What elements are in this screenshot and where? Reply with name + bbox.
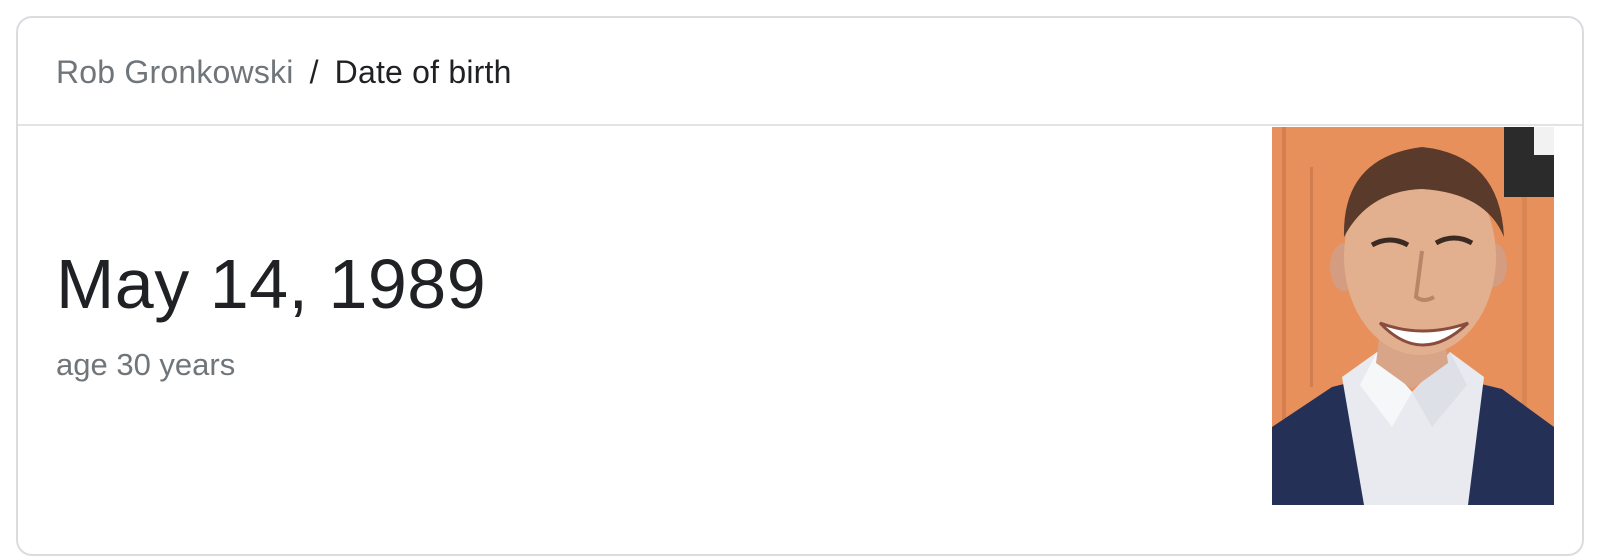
knowledge-card: Rob Gronkowski / Date of birth May 14, 198…: [16, 16, 1584, 556]
answer-date: May 14, 1989: [56, 245, 487, 323]
entity-photo[interactable]: [1272, 127, 1554, 505]
person-portrait-icon: [1272, 127, 1554, 505]
breadcrumb-separator: /: [309, 54, 319, 90]
breadcrumb-attribute: Date of birth: [334, 54, 512, 90]
breadcrumb-entity-link[interactable]: Rob Gronkowski: [56, 54, 294, 90]
answer-age: age 30 years: [56, 347, 236, 382]
card-header: Rob Gronkowski / Date of birth: [18, 18, 1582, 126]
breadcrumb: Rob Gronkowski / Date of birth: [56, 52, 512, 92]
